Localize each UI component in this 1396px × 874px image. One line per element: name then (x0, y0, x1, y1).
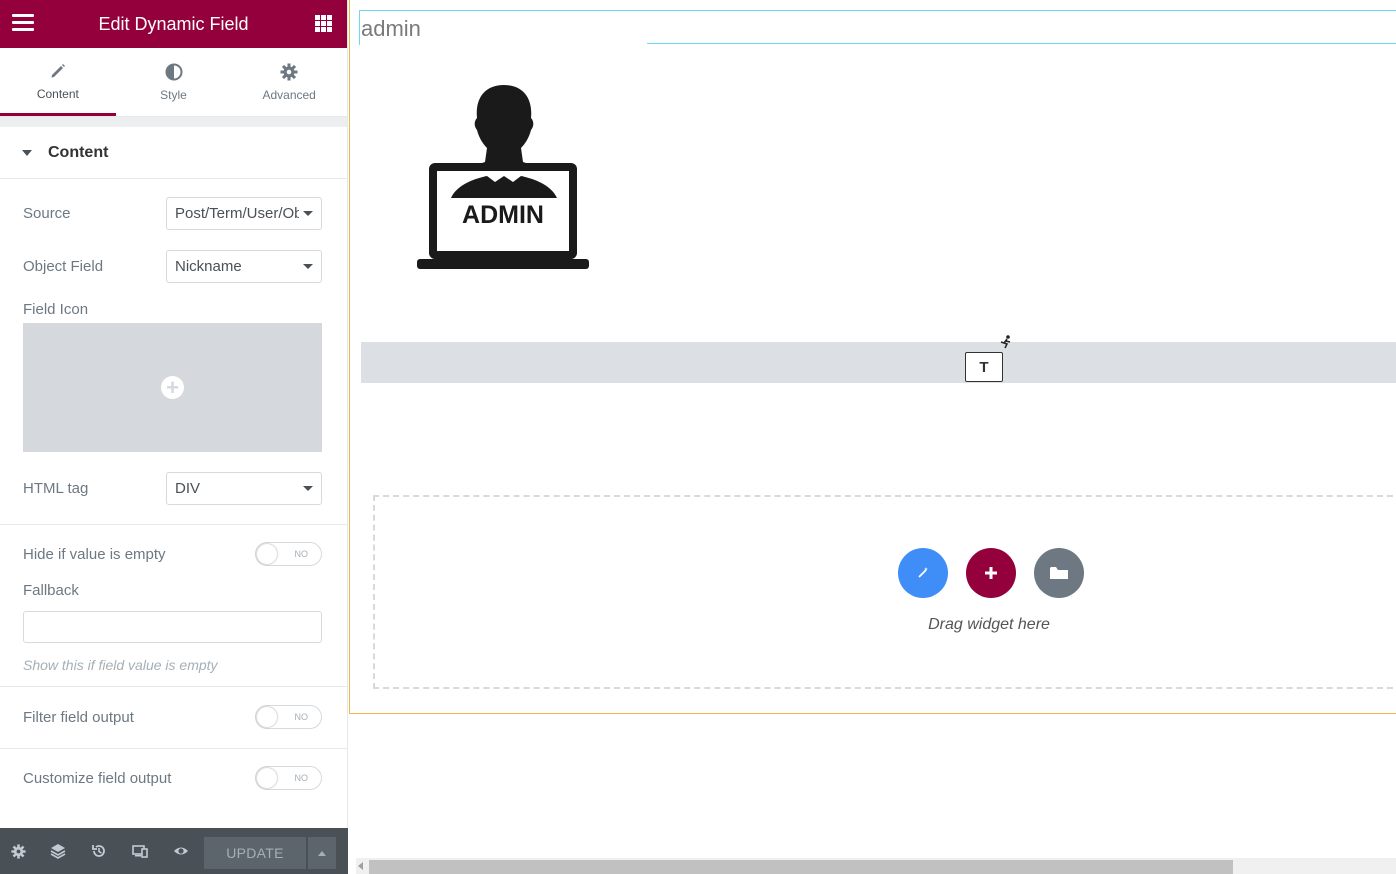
add-new-section-button[interactable] (966, 548, 1016, 598)
preview-canvas: admin ADMIN T Drag widget here (349, 0, 1396, 874)
hide-if-empty-label: Hide if value is empty (23, 545, 166, 563)
html-tag-select[interactable]: DIV (166, 472, 322, 505)
settings-icon[interactable] (0, 828, 37, 874)
plus-icon (985, 567, 997, 579)
source-select[interactable]: Post/Term/User/Object Data (166, 197, 322, 230)
tabs-divider (0, 117, 347, 127)
caret-down-icon (22, 149, 32, 156)
add-section-buttons (898, 548, 1084, 598)
scroll-left-arrow-icon[interactable] (358, 862, 363, 870)
panel-header: Edit Dynamic Field (0, 0, 347, 48)
widget-hover-bar (361, 342, 1396, 383)
tab-style-label: Style (160, 88, 187, 102)
filter-output-control: Filter field output NO (0, 705, 347, 729)
panel-title: Edit Dynamic Field (98, 13, 249, 34)
editor-panel: Edit Dynamic Field Content Style Advance… (0, 0, 348, 874)
pencil-icon (49, 61, 67, 81)
magic-wand-button[interactable] (898, 548, 948, 598)
customize-output-label: Customize field output (23, 769, 172, 787)
source-control: Source Post/Term/User/Object Data (0, 197, 347, 230)
publish-options-button[interactable] (308, 837, 336, 869)
running-person-icon[interactable] (998, 334, 1014, 350)
source-label: Source (23, 205, 71, 222)
field-icon-control: Field Icon (0, 300, 347, 318)
fallback-control: Fallback (0, 581, 347, 599)
divider (0, 748, 347, 749)
half-circle-icon (165, 62, 183, 82)
panel-tabs: Content Style Advanced (0, 48, 347, 117)
tab-content[interactable]: Content (0, 48, 116, 116)
divider (0, 524, 347, 525)
fallback-hint: Show this if field value is empty (23, 657, 218, 673)
layers-icon[interactable] (37, 828, 78, 874)
hide-if-empty-toggle[interactable]: NO (255, 542, 322, 566)
horizontal-scrollbar[interactable] (356, 858, 1396, 874)
tab-advanced-label: Advanced (262, 88, 316, 102)
add-icon[interactable]: + (161, 376, 184, 399)
html-tag-label: HTML tag (23, 480, 89, 497)
fallback-label: Fallback (23, 581, 79, 599)
add-template-button[interactable] (1034, 548, 1084, 598)
tab-advanced[interactable]: Advanced (231, 48, 347, 116)
gear-icon (280, 62, 298, 82)
drag-widget-hint: Drag widget here (928, 616, 1050, 633)
html-tag-control: HTML tag DIV (0, 472, 347, 505)
field-underline (647, 43, 1396, 44)
widgets-grid-icon[interactable] (315, 15, 332, 32)
field-icon-picker[interactable]: + (23, 323, 322, 452)
update-button[interactable]: UPDATE (204, 837, 306, 869)
hamburger-menu-icon[interactable] (12, 14, 34, 32)
filter-output-label: Filter field output (23, 708, 134, 726)
tab-style[interactable]: Style (116, 48, 232, 116)
text-widget-badge[interactable]: T (965, 352, 1003, 382)
filter-output-toggle[interactable]: NO (255, 705, 322, 729)
responsive-icon[interactable] (119, 828, 160, 874)
scrollbar-thumb[interactable] (369, 860, 1233, 874)
caret-up-icon (318, 850, 326, 856)
dropdown-arrow-icon (303, 486, 313, 491)
panel-footer: UPDATE (0, 828, 348, 874)
empty-section-dropzone[interactable] (373, 495, 1396, 689)
customize-output-control: Customize field output NO (0, 766, 347, 790)
divider (0, 686, 347, 687)
section-title: Content (48, 143, 109, 161)
hide-if-empty-control: Hide if value is empty NO (0, 542, 347, 566)
object-field-select[interactable]: Nickname (166, 250, 322, 283)
folder-icon (1050, 567, 1068, 579)
preview-eye-icon[interactable] (160, 828, 201, 874)
field-icon-label: Field Icon (23, 300, 89, 318)
dropdown-arrow-icon (303, 264, 313, 269)
section-toggle-content[interactable]: Content (0, 127, 347, 179)
dynamic-field-value: admin (361, 16, 421, 41)
object-field-label: Object Field (23, 258, 104, 275)
dropdown-arrow-icon (303, 211, 313, 216)
admin-image-text: ADMIN (462, 201, 544, 229)
dynamic-field-widget[interactable]: admin (359, 10, 1396, 45)
object-field-control: Object Field Nickname (0, 250, 347, 283)
tab-content-label: Content (36, 86, 79, 101)
history-icon[interactable] (78, 828, 119, 874)
fallback-input[interactable] (23, 611, 322, 643)
customize-output-toggle[interactable]: NO (255, 766, 322, 790)
magic-wand-icon (918, 567, 928, 578)
admin-image[interactable]: ADMIN (417, 80, 592, 275)
